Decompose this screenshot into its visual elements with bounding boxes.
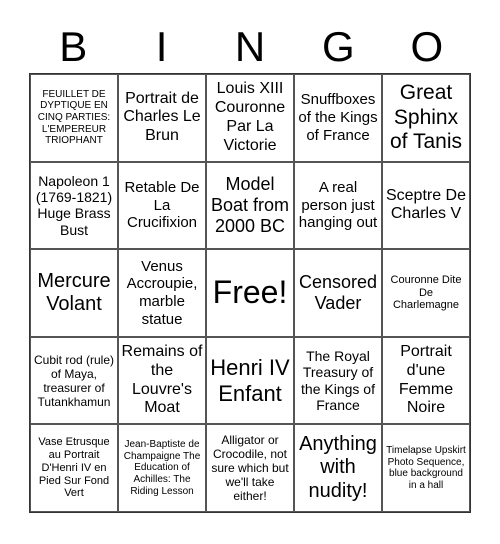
header-letter-o: O (410, 23, 444, 70)
bingo-cell[interactable]: Venus Accroupie, marble statue (118, 249, 206, 337)
cell-text: Great Sphinx of Tanis (390, 80, 462, 154)
bingo-cell[interactable]: The Royal Treasury of the Kings of Franc… (294, 336, 382, 425)
header-letter-g: G (322, 23, 355, 70)
cell-text: Henri IV Enfant (210, 354, 290, 406)
cell-text: Napoleon 1 (1769-1821) Huge Brass Bust (35, 172, 113, 238)
bingo-cell[interactable]: Couronne Dite De Charlemagne (382, 249, 470, 337)
bingo-header: B I N G O (29, 20, 471, 73)
cell-text: Alligator or Crocodile, not sure which b… (211, 433, 289, 504)
cell-text: Anything with nudity! (299, 433, 377, 502)
bingo-cell[interactable]: Retable De La Crucifixion (118, 161, 206, 250)
cell-text: Censored Vader (298, 271, 378, 313)
bingo-cell[interactable]: Great Sphinx of Tanis (382, 74, 470, 162)
bingo-cell[interactable]: Cubit rod (rule) of Maya, treasurer of T… (30, 336, 118, 425)
bingo-cell[interactable]: Mercure Volant (30, 249, 118, 337)
header-letter-n: N (234, 23, 266, 70)
bingo-cell[interactable]: Sceptre De Charles V (382, 161, 470, 250)
cell-text: Mercure Volant (37, 269, 111, 315)
bingo-cell[interactable]: Censored Vader (294, 249, 382, 337)
bingo-board: FEUILLET DE DYPTIQUE EN CINQ PARTIES: L'… (29, 73, 471, 513)
cell-text: FEUILLET DE DYPTIQUE EN CINQ PARTIES: L'… (37, 88, 111, 147)
bingo-cell[interactable]: Vase Etrusque au Portrait D'Henri IV en … (30, 424, 118, 512)
cell-text: Retable De La Crucifixion (124, 179, 200, 232)
header-letter-b: B (59, 23, 88, 70)
cell-text: Snuffboxes of the Kings of France (298, 91, 378, 144)
cell-text: The Royal Treasury of the Kings of Franc… (301, 347, 375, 413)
bingo-cell[interactable]: Portrait de Charles Le Brun (118, 74, 206, 162)
bingo-cell[interactable]: Alligator or Crocodile, not sure which b… (206, 424, 294, 512)
cell-text: Couronne Dite De Charlemagne (390, 273, 462, 312)
cell-text: Louis XIII Couronne Par La Victorie (214, 80, 286, 154)
bingo-cell[interactable]: Napoleon 1 (1769-1821) Huge Brass Bust (30, 161, 118, 250)
cell-text: Sceptre De Charles V (385, 186, 467, 223)
bingo-cell[interactable]: Jean-Baptiste de Champaigne The Educatio… (118, 424, 206, 512)
cell-text: Model Boat from 2000 BC (210, 173, 290, 236)
cell-text: Venus Accroupie, marble statue (126, 257, 198, 328)
bingo-cell[interactable]: Snuffboxes of the Kings of France (294, 74, 382, 162)
bingo-cell[interactable]: Henri IV Enfant (206, 336, 294, 425)
bingo-cell[interactable]: Anything with nudity! (294, 424, 382, 512)
cell-text: Jean-Baptiste de Champaigne The Educatio… (123, 438, 201, 497)
header-letter-i: I (155, 23, 168, 70)
cell-text: Timelapse Upskirt Photo Sequence, blue b… (386, 444, 466, 491)
bingo-cell[interactable]: Portrait d'une Femme Noire (382, 336, 470, 425)
cell-text: Vase Etrusque au Portrait D'Henri IV en … (38, 436, 110, 500)
bingo-cell[interactable]: Model Boat from 2000 BC (206, 161, 294, 250)
bingo-cell[interactable]: FEUILLET DE DYPTIQUE EN CINQ PARTIES: L'… (30, 74, 118, 162)
bingo-cell[interactable]: Timelapse Upskirt Photo Sequence, blue b… (382, 424, 470, 512)
cell-text: A real person just hanging out (298, 179, 378, 232)
bingo-cell[interactable]: A real person just hanging out (294, 161, 382, 250)
cell-text: Portrait de Charles Le Brun (123, 89, 201, 145)
bingo-cell[interactable]: Remains of the Louvre's Moat (118, 336, 206, 425)
free-space-cell[interactable]: Free! (206, 249, 294, 337)
cell-text: Free! (212, 274, 288, 311)
cell-text: Cubit rod (rule) of Maya, treasurer of T… (33, 352, 115, 409)
cell-text: Portrait d'une Femme Noire (398, 343, 454, 417)
bingo-cell[interactable]: Louis XIII Couronne Par La Victorie (206, 74, 294, 162)
cell-text: Remains of the Louvre's Moat (121, 343, 203, 417)
